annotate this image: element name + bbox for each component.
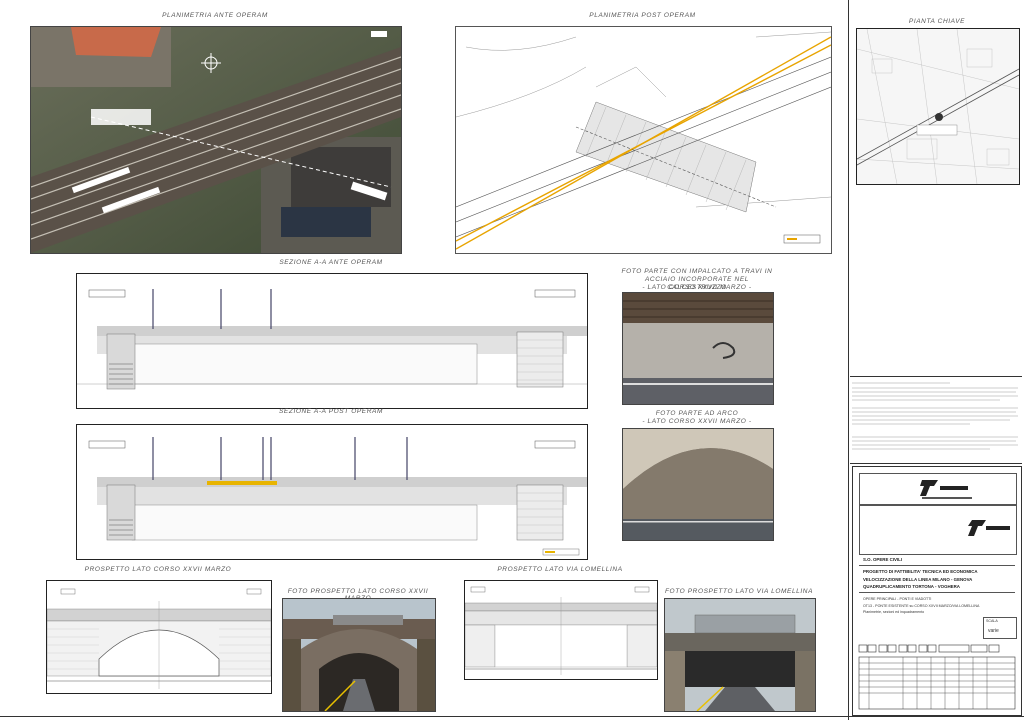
photo1-graphic — [623, 293, 773, 404]
plan-post-title: PLANIMETRIA POST OPERAM — [589, 12, 696, 19]
company-logo-area — [859, 505, 1017, 555]
prosp2-drawing — [464, 580, 658, 680]
tb-line1: VELOCIZZAZIONE DELLA LINEA MILANO - GENO… — [863, 577, 973, 582]
photo2-title: FOTO PARTE AD ARCO — [655, 410, 739, 417]
section-ante-drawing — [76, 273, 588, 409]
aerial-photo-graphic — [31, 27, 401, 253]
prosp1-title: PROSPETTO LATO CORSO XXVII MARZO — [84, 566, 232, 573]
tb-sep-2 — [859, 592, 1015, 593]
photo-front-lomellina — [664, 598, 816, 712]
tb-desc1: OT13 - PONTE ESISTENTE su CORSO XXVII MA… — [863, 604, 980, 608]
photo2-graphic — [623, 429, 773, 540]
plan-ante-title: PLANIMETRIA ANTE OPERAM — [162, 12, 268, 19]
tb-code-and-revision-table — [858, 644, 1016, 710]
section-ante-graphic — [77, 289, 587, 390]
tb-scale-value: varie — [988, 628, 999, 634]
photo-steel-beam-deck — [622, 292, 774, 405]
prosp1-graphic — [47, 588, 271, 689]
frame-divider-vertical — [848, 0, 849, 720]
notes-block — [850, 376, 1022, 464]
key-plan-map — [856, 28, 1020, 185]
tb-desc2: Planimetrie, sezioni ed inquadramento — [863, 610, 925, 614]
section-post-title: SEZIONE A-A POST OPERAM — [279, 408, 383, 415]
photo3-graphic — [283, 599, 435, 711]
tb-line2: QUADRUPLICAMENTO TORTONA - VOGHERA — [863, 584, 960, 589]
photo-front-corso — [282, 598, 436, 712]
tb-sep-1 — [859, 565, 1015, 566]
tb-project: PROGETTO DI FATTIBILITA' TECNICA ED ECON… — [863, 569, 978, 574]
section-post-graphic — [88, 437, 587, 556]
company-logo-icon — [968, 520, 1010, 536]
key-plan-graphic — [857, 29, 1019, 184]
photo4-graphic — [665, 599, 815, 711]
prosp2-graphic — [465, 586, 657, 675]
prosp1-drawing — [46, 580, 272, 694]
key-plan-title: PIANTA CHIAVE — [908, 18, 966, 25]
plan-post-drawing — [455, 26, 832, 254]
frame-bottom-line — [0, 716, 1024, 717]
section-ante-title: SEZIONE A-A ANTE OPERAM — [279, 259, 383, 266]
aerial-photo-ante — [30, 26, 402, 254]
photo-arch-part — [622, 428, 774, 541]
photo2-subtitle: - LATO CORSO XXVII MARZO - — [642, 418, 752, 425]
tb-scale-label: SCALA — [986, 619, 998, 623]
client-logo-area — [859, 473, 1017, 505]
plan-post-graphic — [456, 31, 831, 250]
foto-prosp2-title: FOTO PROSPETTO LATO VIA LOMELLINA — [664, 588, 814, 595]
prosp2-title: PROSPETTO LATO VIA LOMELLINA — [497, 566, 623, 573]
notes-text-lines — [852, 382, 1018, 450]
section-post-drawing — [76, 424, 588, 560]
client-logo-icon — [920, 480, 972, 499]
tb-so: S.O. OPERE CIVILI — [863, 557, 903, 562]
tb-works: OPERE PRINCIPALI - PONTI E VIADOTTI — [863, 597, 932, 601]
title-block: S.O. OPERE CIVILI PROGETTO DI FATTIBILIT… — [852, 466, 1022, 716]
photo1-subtitle: - LATO CORSO XXVII MARZO - — [642, 284, 752, 291]
